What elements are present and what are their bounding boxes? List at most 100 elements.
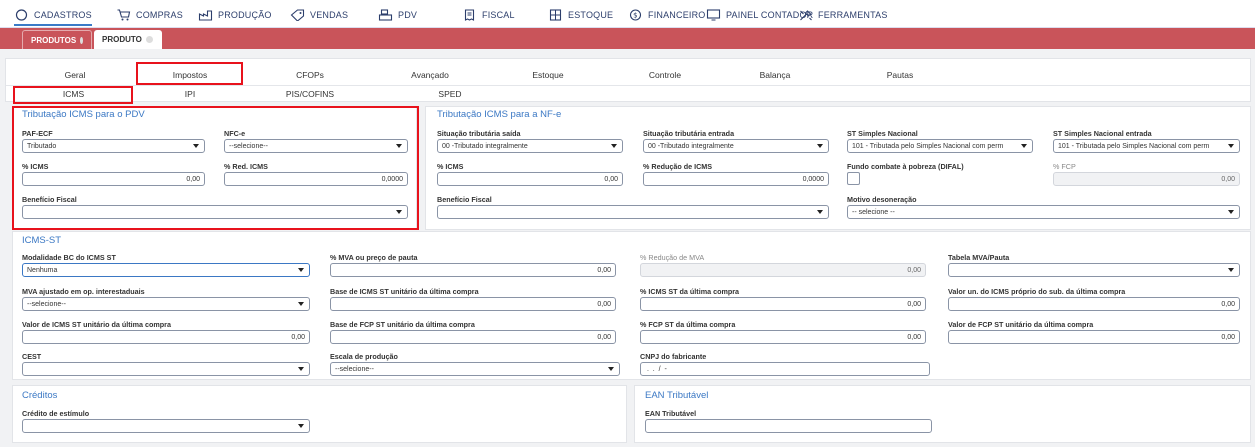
nav-cadastros[interactable]: CADASTROS: [14, 9, 92, 26]
pct-icms-st-label: % ICMS ST da última compra: [640, 287, 740, 296]
nav-compras[interactable]: COMPRAS: [116, 9, 183, 21]
subtab-pis-cofins[interactable]: PIS/COFINS: [270, 89, 350, 99]
pct-icms-st-input[interactable]: 0,00: [640, 297, 926, 311]
st-sn-value: 101 - Tributada pelo Simples Nacional co…: [852, 142, 1004, 150]
motivo-select[interactable]: -- selecione --: [847, 205, 1240, 219]
nav-vendas[interactable]: VENDAS: [290, 9, 348, 21]
tab-cfops[interactable]: CFOPs: [280, 70, 340, 80]
top-nav: CADASTROS COMPRAS PRODUÇÃO VENDAS PDV FI…: [0, 0, 1255, 28]
circle-icon: [15, 9, 28, 21]
ean-title: EAN Tributável: [645, 390, 709, 401]
monitor-icon: [706, 9, 721, 21]
nav-fiscal[interactable]: FISCAL: [462, 9, 515, 21]
cnpj-label: CNPJ do fabricante: [640, 352, 707, 361]
pct-fcp-label: % FCP ST da última compra: [640, 320, 736, 329]
valor-icms-st-label: Valor de ICMS ST unitário da última comp…: [22, 320, 171, 329]
chevron-down-icon: [1228, 210, 1234, 214]
tab-balanca[interactable]: Balança: [745, 70, 805, 80]
tab-geral[interactable]: Geral: [45, 70, 105, 80]
factory-icon: [198, 10, 213, 21]
fundo-checkbox[interactable]: [847, 172, 860, 185]
cest-label: CEST: [22, 352, 42, 361]
creditos-title: Créditos: [22, 390, 58, 401]
close-icon[interactable]: [80, 36, 83, 44]
nfe-beneficio-select[interactable]: [437, 205, 829, 219]
nfe-red-input[interactable]: 0,0000: [643, 172, 829, 186]
escala-value: --selecione--: [335, 365, 374, 373]
entrada-value: 00 -Tributado integralmente: [648, 142, 734, 150]
nfe-icms-input[interactable]: 0,00: [437, 172, 623, 186]
red-mva-label: % Redução de MVA: [640, 253, 705, 262]
dollar-icon: $: [629, 9, 642, 21]
chevron-down-icon: [298, 268, 304, 272]
highlight-pdv-panel: [12, 106, 419, 230]
base-icms-st-label: Base de ICMS ST unitário da última compr…: [330, 287, 479, 296]
valor-fcp-label: Valor de FCP ST unitário da última compr…: [948, 320, 1094, 329]
mva-input[interactable]: 0,00: [330, 263, 616, 277]
tab-produtos[interactable]: PRODUTOS: [22, 30, 92, 49]
base-icms-st-input[interactable]: 0,00: [330, 297, 616, 311]
motivo-label: Motivo desoneração: [847, 195, 917, 204]
cart-icon: [117, 9, 131, 21]
chevron-down-icon: [817, 144, 823, 148]
chevron-down-icon: [1021, 144, 1027, 148]
mva-ajustado-label: MVA ajustado em op. interestaduais: [22, 287, 145, 296]
tab-label: PRODUTOS: [31, 35, 77, 45]
entrada-select[interactable]: 00 -Tributado integralmente: [643, 139, 829, 153]
valor-un-input[interactable]: 0,00: [948, 297, 1240, 311]
valor-icms-st-input[interactable]: 0,00: [22, 330, 310, 344]
mva-ajustado-select[interactable]: --selecione--: [22, 297, 310, 311]
modalidade-select[interactable]: Nenhuma: [22, 263, 310, 277]
modalidade-value: Nenhuma: [27, 266, 58, 274]
warehouse-icon: [549, 9, 562, 21]
tab-controle[interactable]: Controle: [635, 70, 695, 80]
base-fcp-label: Base de FCP ST unitário da última compra: [330, 320, 475, 329]
nav-label: PDV: [398, 10, 418, 20]
close-icon[interactable]: [145, 36, 153, 43]
ean-label: EAN Tributável: [645, 409, 697, 418]
saida-value: 00 -Tributado integralmente: [442, 142, 528, 150]
tab-pautas[interactable]: Pautas: [870, 70, 930, 80]
pct-fcp-input[interactable]: 0,00: [640, 330, 926, 344]
subtab-ipi[interactable]: IPI: [160, 89, 220, 99]
saida-select[interactable]: 00 -Tributado integralmente: [437, 139, 623, 153]
valor-fcp-input[interactable]: 0,00: [948, 330, 1240, 344]
fundo-label: Fundo combate à pobreza (DIFAL): [847, 162, 964, 171]
tabela-mva-label: Tabela MVA/Pauta: [948, 253, 1010, 262]
tabela-mva-select[interactable]: [948, 263, 1240, 277]
valor-un-label: Valor un. do ICMS próprio do sub. da últ…: [948, 287, 1126, 296]
ean-input[interactable]: [645, 419, 932, 433]
nfe-icms-label: % ICMS: [437, 162, 464, 171]
fcp-label: % FCP: [1053, 162, 1076, 171]
tab-estoque[interactable]: Estoque: [518, 70, 578, 80]
chevron-down-icon: [298, 367, 304, 371]
tab-avancado[interactable]: Avançado: [395, 70, 465, 80]
base-fcp-input[interactable]: 0,00: [330, 330, 616, 344]
tab-produto[interactable]: PRODUTO: [94, 30, 162, 49]
highlight-impostos-tab: [136, 62, 243, 85]
nav-ferramentas[interactable]: FERRAMENTAS: [798, 9, 888, 21]
escala-select[interactable]: --selecione--: [330, 362, 620, 376]
icms-st-title: ICMS-ST: [22, 235, 62, 246]
subtab-sped[interactable]: SPED: [420, 89, 480, 99]
st-sn-entrada-select[interactable]: 101 - Tributada pelo Simples Nacional co…: [1053, 139, 1240, 153]
nav-producao[interactable]: PRODUÇÃO: [198, 9, 272, 21]
creditos-panel: [12, 385, 627, 443]
nav-estoque[interactable]: ESTOQUE: [548, 9, 613, 21]
mva-label: % MVA ou preço de pauta: [330, 253, 418, 262]
escala-label: Escala de produção: [330, 352, 398, 361]
nav-financeiro[interactable]: $ FINANCEIRO: [628, 9, 706, 21]
cnpj-input[interactable]: . . / -: [640, 362, 930, 376]
chevron-down-icon: [1228, 268, 1234, 272]
cest-select[interactable]: [22, 362, 310, 376]
credito-label: Crédito de estímulo: [22, 409, 90, 418]
nav-label: FISCAL: [482, 10, 515, 20]
st-sn-select[interactable]: 101 - Tributada pelo Simples Nacional co…: [847, 139, 1033, 153]
nav-label: FINANCEIRO: [648, 10, 706, 20]
nav-label: PRODUÇÃO: [218, 10, 272, 20]
credito-select[interactable]: [22, 419, 310, 433]
st-sn-entrada-value: 101 - Tributada pelo Simples Nacional co…: [1058, 142, 1210, 150]
entrada-label: Situação tributária entrada: [643, 129, 735, 138]
saida-label: Situação tributária saída: [437, 129, 521, 138]
nav-pdv[interactable]: PDV: [378, 9, 417, 21]
